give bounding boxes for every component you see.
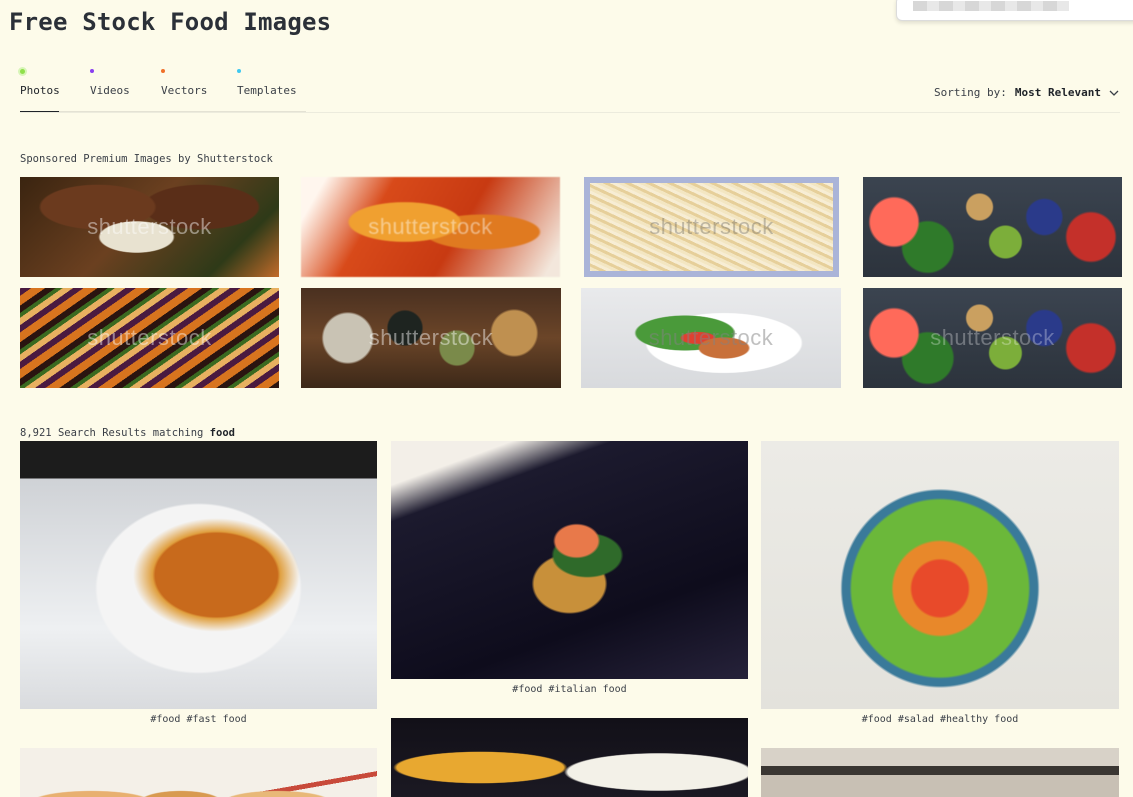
templates-dot-icon [237,69,241,73]
videos-dot-icon [90,69,94,73]
vectors-dot-icon [161,69,165,73]
page-title: Free Stock Food Images [9,8,332,36]
sponsored-image[interactable]: shutterstock [20,288,279,388]
watermark: shutterstock [648,325,774,350]
tab-photos[interactable]: Photos [20,66,60,113]
watermark: shutterstock [87,325,212,350]
blurred-suggestion [913,1,1069,11]
sorting-prefix: Sorting by: [934,86,1007,99]
tab-label: Templates [237,84,297,97]
result-image[interactable] [391,718,748,797]
watermark: shutterstock [368,325,494,350]
sorting-dropdown[interactable]: Sorting by: Most Relevant [934,86,1119,99]
image-tags[interactable]: #food #salad #healthy food [761,714,1119,725]
watermark: shutterstock [649,214,774,239]
sponsored-image[interactable]: shutterstock [581,288,841,388]
image-tags[interactable]: #food #fast food [20,714,377,725]
watermark: shutterstock [368,214,493,239]
results-count: 8,921 [20,427,52,439]
result-image[interactable] [761,441,1119,709]
sponsored-image[interactable] [863,177,1122,277]
tabs-divider [20,112,1120,113]
sponsored-image[interactable]: shutterstock [301,177,560,277]
sponsored-label: Sponsored Premium Images by Shutterstock [20,153,273,165]
photos-dot-icon [20,69,25,74]
image-tags[interactable]: #food #italian food [391,684,748,695]
result-image[interactable] [391,441,748,679]
watermark: shutterstock [87,214,212,239]
chevron-down-icon [1109,90,1119,96]
tab-label: Photos [20,84,60,97]
tab-label: Videos [90,84,130,97]
results-count-label: 8,921 Search Results matching food [20,427,235,439]
result-image[interactable] [761,748,1119,797]
result-image[interactable] [20,441,377,709]
media-type-tabs: Photos Videos Vectors Templates [20,66,306,113]
results-label-text: Search Results matching [57,427,204,439]
sponsored-image[interactable]: shutterstock [20,177,279,277]
watermark: shutterstock [930,325,1055,350]
tab-label: Vectors [161,84,208,97]
result-image[interactable] [20,748,377,797]
results-query: food [209,427,235,439]
search-suggestion-popup[interactable] [896,0,1133,21]
sponsored-image[interactable]: shutterstock [584,177,839,277]
sponsored-image[interactable]: shutterstock [863,288,1122,388]
sorting-value: Most Relevant [1014,86,1101,99]
sponsored-image[interactable]: shutterstock [301,288,561,388]
